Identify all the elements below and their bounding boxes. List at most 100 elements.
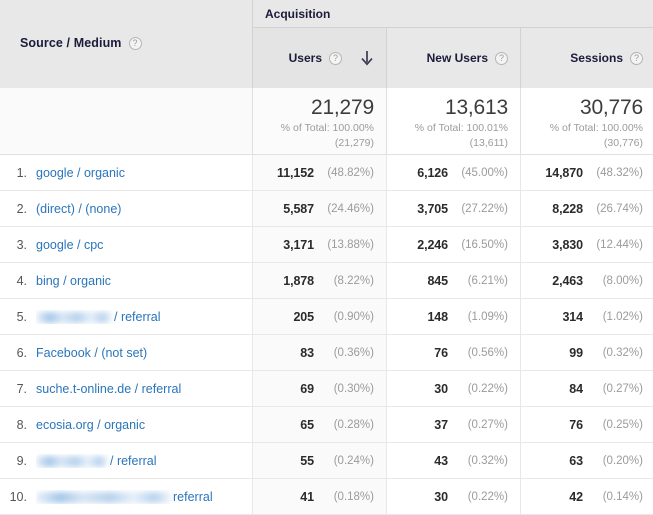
row-dimension-cell: 1. google / organic <box>0 155 253 190</box>
cell-sessions: 8,228 (26.74%) <box>521 191 653 226</box>
row-index: 8. <box>16 417 27 432</box>
sessions-percent: (0.20%) <box>602 454 643 467</box>
row-dimension-cell: 2. (direct) / (none) <box>0 191 253 226</box>
sessions-percent: (48.32%) <box>596 166 643 179</box>
acquisition-group-label: Acquisition <box>265 6 331 21</box>
metric-column-headers: Users ? New Users ? Sessions ? <box>253 28 653 88</box>
source-medium-label: / referral <box>110 453 157 468</box>
source-medium-link[interactable]: (direct) / (none) <box>36 202 121 216</box>
row-dimension-cell: 7. suche.t-online.de / referral <box>0 371 253 406</box>
help-circle-icon[interactable]: ? <box>630 51 643 65</box>
table-row: 5. / referral 205 (0.90%) 148 (1.09%) 314 (1.0… <box>0 299 653 335</box>
sessions-percent: (8.00%) <box>602 274 643 287</box>
table-header: Source / Medium ? Acquisition Users ? Ne… <box>0 0 653 88</box>
source-medium-link[interactable]: google / cpc <box>36 238 103 252</box>
table-row: 8. ecosia.org / organic 65 (0.28%) 37 (0.27%)… <box>0 407 653 443</box>
users-value: 83 <box>300 345 314 360</box>
cell-users: 83 (0.36%) <box>253 335 387 370</box>
new-users-value: 6,126 <box>417 165 448 180</box>
users-percent: (8.22%) <box>333 274 374 287</box>
column-header-users[interactable]: Users ? <box>253 28 387 88</box>
dimension-column-header[interactable]: Source / Medium ? <box>0 0 253 88</box>
source-medium-label: / referral <box>114 309 161 324</box>
table-row: 1. google / organic 11,152 (48.82%) 6,126 (45… <box>0 155 653 191</box>
cell-sessions: 2,463 (8.00%) <box>521 263 653 298</box>
table-row: 9. / referral 55 (0.24%) 43 (0.32%) 63 (0.20%) <box>0 443 653 479</box>
sessions-value: 14,870 <box>545 165 583 180</box>
sessions-value: 8,228 <box>552 201 583 216</box>
column-header-users-label: Users <box>288 51 322 65</box>
summary-users-value: 21,279 <box>310 96 374 119</box>
source-medium-link[interactable]: ecosia.org / organic <box>36 418 145 432</box>
cell-users: 55 (0.24%) <box>253 443 387 478</box>
cell-new-users: 76 (0.56%) <box>387 335 521 370</box>
summary-sessions-total: (30,776) <box>603 137 643 149</box>
source-medium-link[interactable]: / referral <box>36 310 161 324</box>
new-users-value: 43 <box>434 453 448 468</box>
new-users-value: 3,705 <box>417 201 448 216</box>
dimension-header-label: Source / Medium <box>20 36 122 50</box>
table-row: 3. google / cpc 3,171 (13.88%) 2,246 (16.50%)… <box>0 227 653 263</box>
row-index: 4. <box>16 273 27 288</box>
row-dimension-cell: 4. bing / organic <box>0 263 253 298</box>
column-header-new-users[interactable]: New Users ? <box>387 28 521 88</box>
users-percent: (48.82%) <box>327 166 374 179</box>
source-medium-link[interactable]: referral <box>36 490 213 504</box>
column-header-new-users-label: New Users <box>426 51 488 65</box>
summary-users-pct: % of Total: 100.00% <box>280 122 374 134</box>
cell-sessions: 42 (0.14%) <box>521 479 653 514</box>
row-index: 6. <box>16 345 27 360</box>
users-value: 205 <box>293 309 314 324</box>
sessions-percent: (0.25%) <box>602 418 643 431</box>
users-value: 65 <box>300 417 314 432</box>
help-circle-icon[interactable]: ? <box>329 51 342 65</box>
row-index: 7. <box>16 381 27 396</box>
users-percent: (0.28%) <box>333 418 374 431</box>
source-medium-link[interactable]: suche.t-online.de / referral <box>36 382 181 396</box>
cell-new-users: 148 (1.09%) <box>387 299 521 334</box>
cell-new-users: 43 (0.32%) <box>387 443 521 478</box>
summary-new-users-total: (13,611) <box>469 137 508 149</box>
cell-users: 69 (0.30%) <box>253 371 387 406</box>
row-index: 5. <box>16 309 27 324</box>
cell-new-users: 30 (0.22%) <box>387 371 521 406</box>
cell-sessions: 84 (0.27%) <box>521 371 653 406</box>
row-index: 3. <box>16 237 27 252</box>
cell-users: 41 (0.18%) <box>253 479 387 514</box>
row-dimension-cell: 3. google / cpc <box>0 227 253 262</box>
summary-users-total: (21,279) <box>334 137 374 149</box>
new-users-value: 2,246 <box>417 237 448 252</box>
users-percent: (24.46%) <box>327 202 374 215</box>
sort-descending-arrow-icon[interactable] <box>360 50 374 66</box>
users-percent: (0.30%) <box>333 382 374 395</box>
column-header-sessions[interactable]: Sessions ? <box>521 28 653 88</box>
help-circle-icon[interactable]: ? <box>495 51 508 65</box>
row-dimension-cell: 8. ecosia.org / organic <box>0 407 253 442</box>
users-percent: (13.88%) <box>327 238 374 251</box>
new-users-value: 845 <box>427 273 448 288</box>
new-users-value: 148 <box>427 309 448 324</box>
users-value: 1,878 <box>283 273 314 288</box>
source-medium-link[interactable]: / referral <box>36 454 157 468</box>
row-index: 2. <box>16 201 27 216</box>
table-row: 2. (direct) / (none) 5,587 (24.46%) 3,705 (27… <box>0 191 653 227</box>
source-medium-link[interactable]: bing / organic <box>36 274 111 288</box>
row-dimension-cell: 5. / referral <box>0 299 253 334</box>
row-dimension-cell: 6. Facebook / (not set) <box>0 335 253 370</box>
help-circle-icon[interactable]: ? <box>128 36 142 50</box>
new-users-percent: (16.50%) <box>461 238 508 251</box>
new-users-percent: (0.32%) <box>467 454 508 467</box>
cell-new-users: 30 (0.22%) <box>387 479 521 514</box>
cell-users: 1,878 (8.22%) <box>253 263 387 298</box>
summary-cell-users: 21,279 % of Total: 100.00% (21,279) <box>253 88 387 154</box>
new-users-value: 76 <box>434 345 448 360</box>
row-dimension-cell: 10. referral <box>0 479 253 514</box>
source-medium-link[interactable]: google / organic <box>36 166 125 180</box>
redacted-source-name <box>36 491 171 503</box>
column-header-sessions-label: Sessions <box>570 51 623 65</box>
redacted-source-name <box>36 455 108 467</box>
source-medium-link[interactable]: Facebook / (not set) <box>36 346 147 360</box>
users-value: 55 <box>300 453 314 468</box>
new-users-value: 30 <box>434 381 448 396</box>
cell-sessions: 3,830 (12.44%) <box>521 227 653 262</box>
